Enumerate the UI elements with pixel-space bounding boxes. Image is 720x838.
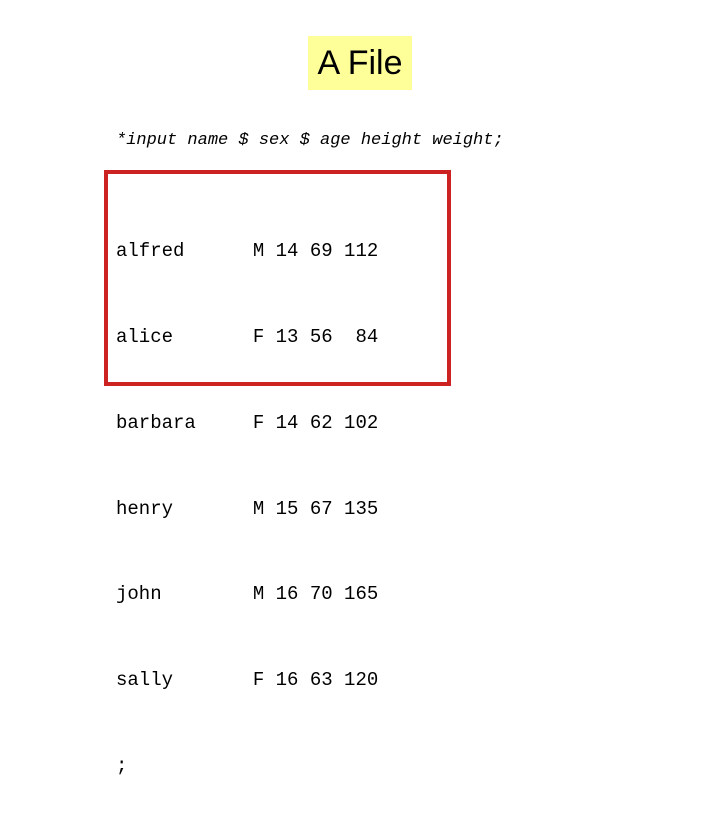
data-row: sally F 16 63 120 (116, 669, 379, 692)
data-row: alice F 13 56 84 (116, 325, 379, 348)
data-terminator: ; (116, 754, 128, 777)
data-block-lines: alfred M 14 69 112 alice F 13 56 84 barb… (116, 180, 378, 838)
data-row: john M 16 70 165 (116, 583, 379, 606)
data-row: alfred M 14 69 112 (116, 240, 379, 263)
slide-canvas: A File *input name $ sex $ age height we… (0, 0, 720, 777)
page-title: A File (308, 36, 412, 90)
input-statement: *input name $ sex $ age height weight; (116, 131, 504, 150)
data-row: barbara F 14 62 102 (116, 411, 379, 434)
slide-title-row: A File (0, 36, 720, 90)
data-block-box: alfred M 14 69 112 alice F 13 56 84 barb… (104, 170, 451, 777)
data-row: henry M 15 67 135 (116, 497, 379, 520)
